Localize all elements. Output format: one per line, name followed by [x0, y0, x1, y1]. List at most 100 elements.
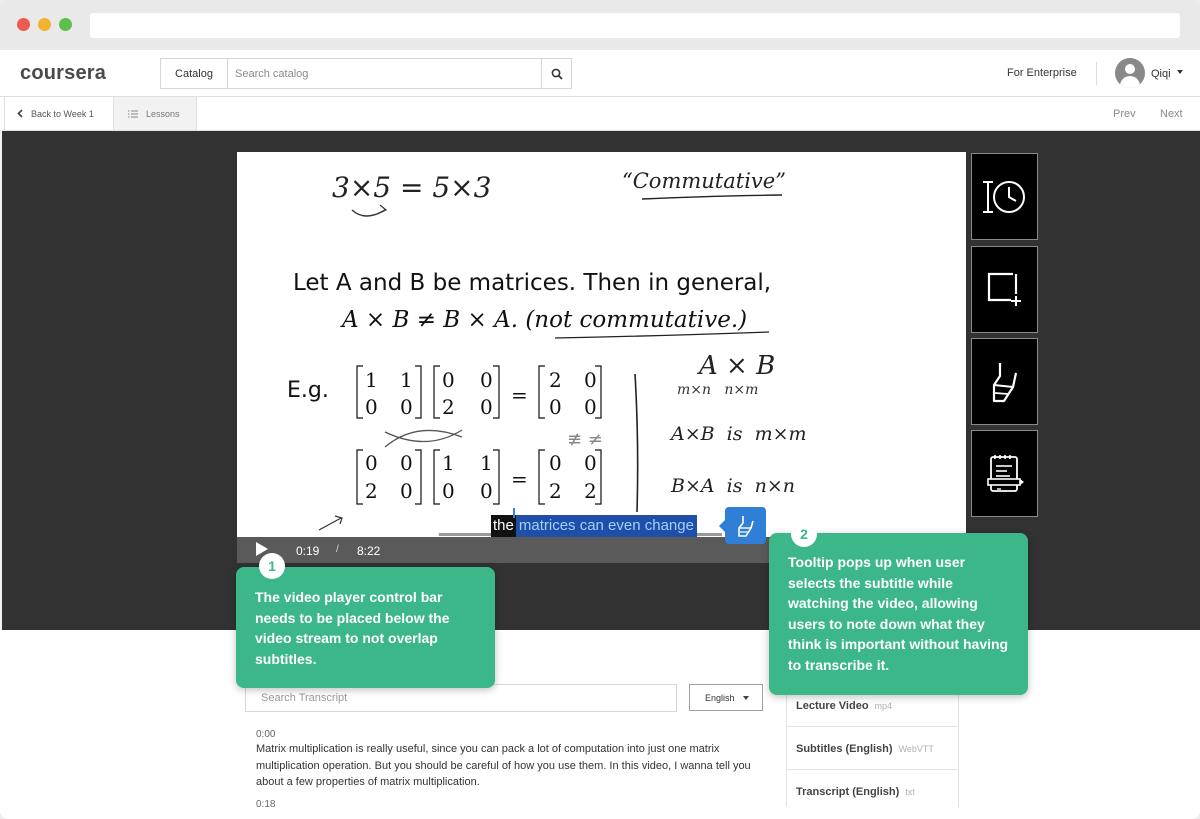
highlighter-tool-button[interactable] — [971, 338, 1038, 425]
svg-text:0: 0 — [365, 395, 378, 419]
download-ext: mp4 — [874, 700, 893, 711]
svg-text:0: 0 — [549, 395, 562, 419]
svg-text:1: 1 — [400, 368, 413, 392]
svg-text:2: 2 — [549, 368, 562, 392]
capture-frame-button[interactable] — [971, 246, 1038, 333]
video-progress-fill — [237, 533, 435, 536]
back-to-week-button[interactable]: Back to Week 1 — [4, 97, 114, 130]
transcript-timestamp[interactable]: 0:00 — [256, 729, 275, 740]
svg-text:1: 1 — [442, 451, 455, 475]
highlight-tooltip-button[interactable] — [719, 507, 766, 544]
board-line-1: Let A and B be matrices. Then in general… — [293, 270, 771, 296]
transcript-language-select[interactable]: English — [689, 684, 763, 711]
subtitle-text[interactable]: the — [491, 515, 516, 537]
video-frame[interactable]: 3×5 = 5×3 “Commutative” Let A and B be m… — [237, 152, 966, 563]
notes-button[interactable] — [971, 430, 1038, 517]
lesson-subnav: Back to Week 1 Lessons Prev Next — [0, 97, 1200, 131]
svg-text:2: 2 — [584, 479, 597, 503]
transcript-search-input[interactable]: Search Transcript — [245, 684, 677, 712]
chevron-down-icon — [742, 695, 749, 700]
back-to-week-label: Back to Week 1 — [31, 108, 94, 119]
highlighter-icon — [737, 515, 754, 537]
coursera-logo[interactable]: coursera — [20, 62, 106, 85]
svg-text:2: 2 — [365, 479, 378, 503]
svg-text:0: 0 — [365, 451, 378, 475]
handwriting-right-1: A × B — [697, 351, 775, 381]
download-subtitles[interactable]: Subtitles (English) WebVTT — [787, 728, 958, 770]
subtitle-selected-text[interactable]: matrices can even change — [515, 515, 697, 537]
address-bar[interactable] — [90, 13, 1180, 38]
svg-text:0: 0 — [549, 451, 562, 475]
callout-text: Tooltip pops up when user selects the su… — [788, 554, 1009, 673]
chevron-down-icon[interactable] — [1177, 70, 1183, 74]
matrix-equation-1: 11 00 00 20 = 20 00 — [356, 365, 602, 419]
transcript-paragraph[interactable]: Matrix multiplication is really useful, … — [256, 741, 756, 791]
download-ext: txt — [905, 787, 915, 797]
list-icon — [128, 110, 138, 117]
avatar[interactable] — [1115, 58, 1145, 88]
download-transcript[interactable]: Transcript (English) txt — [787, 771, 958, 813]
for-enterprise-link[interactable]: For Enterprise — [1007, 67, 1077, 79]
board-line-2: A × B ≠ B × A. (not commutative.) — [340, 307, 747, 333]
browser-window: coursera Catalog Search catalog For Ente… — [0, 0, 1200, 819]
eg-label: E.g. — [287, 378, 329, 403]
svg-text:0: 0 — [442, 479, 455, 503]
svg-text:0: 0 — [584, 395, 597, 419]
search-button[interactable] — [541, 58, 572, 89]
matrix-equation-2: 00 20 11 00 = 00 22 — [356, 449, 602, 505]
svg-text:0: 0 — [442, 368, 455, 392]
svg-text:0: 0 — [400, 479, 413, 503]
board-divider — [634, 373, 639, 513]
bookmark-time-button[interactable] — [971, 153, 1038, 240]
svg-text:=: = — [511, 383, 528, 407]
video-subtitle[interactable]: the matrices can even change — [491, 515, 697, 537]
svg-text:0: 0 — [584, 368, 597, 392]
total-time: 8:22 — [357, 544, 381, 558]
svg-text:=: = — [511, 467, 528, 491]
underline-commutative — [641, 194, 783, 200]
handwriting-right-2: m×n n×m — [677, 382, 758, 398]
catalog-button[interactable]: Catalog — [160, 58, 227, 89]
lessons-button[interactable]: Lessons — [114, 97, 197, 130]
prev-link[interactable]: Prev — [1113, 108, 1136, 120]
callout-number: 2 — [791, 521, 817, 547]
swap-arrow-head — [378, 204, 388, 214]
time-separator: / — [336, 544, 339, 555]
close-window-button[interactable] — [17, 18, 30, 31]
current-time: 0:19 — [296, 544, 320, 558]
minimize-window-button[interactable] — [38, 18, 51, 31]
annotation-callout-1: 1 The video player control bar needs to … — [236, 553, 495, 688]
search-icon — [551, 68, 563, 80]
highlighter-icon — [992, 362, 1017, 402]
text-selection-cursor — [513, 508, 515, 518]
callout-number: 1 — [259, 553, 285, 579]
callout-text: The video player control bar needs to be… — [255, 589, 450, 667]
chevron-left-icon — [17, 109, 23, 118]
lecture-whiteboard: 3×5 = 5×3 “Commutative” Let A and B be m… — [287, 169, 807, 531]
svg-text:0: 0 — [400, 395, 413, 419]
maximize-window-button[interactable] — [59, 18, 72, 31]
svg-text:1: 1 — [480, 451, 493, 475]
bookmark-time-icon — [982, 180, 1025, 213]
svg-text:0: 0 — [584, 451, 597, 475]
browser-chrome — [0, 0, 1200, 50]
not-equal-mark: ≢ ≠ — [567, 429, 603, 450]
downloads-panel: Lecture Video mp4 Subtitles (English) We… — [786, 685, 959, 807]
download-label: Lecture Video — [796, 699, 869, 712]
username-label[interactable]: Qiqi — [1151, 68, 1171, 80]
language-label: English — [705, 692, 735, 703]
handwriting-right-3: A×B is m×m — [669, 423, 807, 445]
download-label: Subtitles (English) — [796, 742, 893, 755]
catalog-search-input[interactable]: Search catalog — [227, 58, 542, 89]
transcript-timestamp[interactable]: 0:18 — [256, 799, 275, 810]
svg-text:0: 0 — [480, 479, 493, 503]
next-link[interactable]: Next — [1160, 108, 1183, 120]
user-icon-body — [1120, 76, 1140, 88]
svg-text:2: 2 — [549, 479, 562, 503]
lessons-label: Lessons — [146, 108, 180, 119]
svg-text:1: 1 — [365, 368, 378, 392]
handwriting-right-4: B×A is n×n — [670, 475, 795, 497]
handwriting-top-left: 3×5 = 5×3 — [332, 171, 491, 204]
small-arrow — [318, 515, 343, 531]
nav-divider — [1096, 62, 1097, 85]
